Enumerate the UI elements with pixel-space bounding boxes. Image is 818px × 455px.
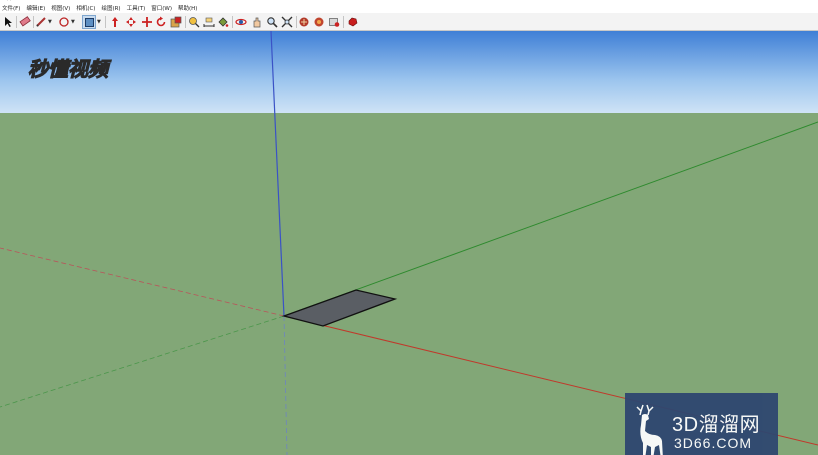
menu-window[interactable]: 窗口(W) [151, 5, 172, 13]
3d66-watermark: 3D溜溜网 3D66.COM [625, 393, 778, 455]
shapes-icon[interactable] [57, 15, 71, 29]
orbit-icon[interactable] [234, 15, 248, 29]
shapes-dropdown-icon[interactable]: ▼ [71, 19, 76, 25]
pan-icon[interactable] [250, 15, 264, 29]
warehouse-icon[interactable] [297, 15, 311, 29]
dimension-icon[interactable] [202, 15, 216, 29]
toolbar: ▼ ▼ ▼ [0, 13, 818, 31]
menu-camera[interactable]: 相机(C) [76, 5, 95, 13]
scene[interactable] [0, 31, 818, 455]
menu-tools[interactable]: 工具(T) [127, 5, 146, 13]
menu-view[interactable]: 视图(V) [51, 5, 70, 13]
select-arrow-icon[interactable] [1, 15, 15, 29]
menu-edit[interactable]: 编辑(E) [26, 5, 45, 13]
rectangle-icon[interactable] [82, 15, 96, 29]
rotate-icon[interactable] [154, 15, 168, 29]
menu-file[interactable]: 文件(F) [2, 5, 20, 13]
pencil-line-icon[interactable] [34, 15, 48, 29]
zoom-icon[interactable] [265, 15, 279, 29]
move-cross-icon[interactable] [140, 15, 154, 29]
menu-draw[interactable]: 绘图(R) [101, 5, 120, 13]
svg-text:秒懂视频: 秒懂视频 [28, 57, 112, 81]
deer-logo-icon [636, 404, 663, 455]
scale-icon[interactable] [169, 15, 183, 29]
tape-measure-icon[interactable] [187, 15, 201, 29]
push-pull-icon[interactable] [108, 15, 122, 29]
menu-help[interactable]: 帮助(H) [178, 5, 197, 13]
eraser-icon[interactable] [18, 15, 32, 29]
window-close-icon[interactable]: ✕ [6, 0, 806, 3]
ruby-icon[interactable] [346, 15, 360, 29]
zoom-extents-icon[interactable] [280, 15, 294, 29]
paint-bucket-icon[interactable] [216, 15, 230, 29]
move-icon[interactable] [124, 15, 138, 29]
miaodong-logo: 秒懂视频 [26, 51, 152, 87]
extension-icon[interactable] [327, 15, 341, 29]
components-icon[interactable] [312, 15, 326, 29]
model-viewport[interactable]: 秒懂视频 3D溜溜网 3D66.COM [0, 31, 818, 455]
watermark-url: 3D66.COM [674, 435, 753, 451]
rectangle-dropdown-icon[interactable]: ▼ [97, 19, 102, 25]
menu-bar: 文件(F) 编辑(E) 视图(V) 相机(C) 绘图(R) 工具(T) 窗口(W… [0, 5, 818, 13]
watermark-title: 3D溜溜网 [672, 414, 761, 436]
pencil-dropdown-icon[interactable]: ▼ [48, 19, 53, 25]
